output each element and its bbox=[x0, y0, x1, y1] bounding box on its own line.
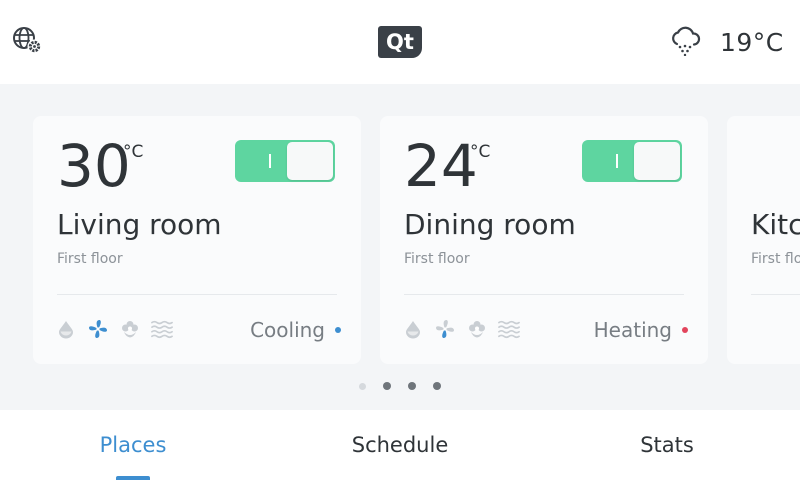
power-toggle[interactable] bbox=[582, 140, 682, 182]
mode-label: Heating bbox=[593, 318, 672, 342]
room-card[interactable]: 30 °C Living room First floor Cooling bbox=[33, 116, 361, 364]
page-dot[interactable] bbox=[359, 383, 366, 390]
qt-logo: Qt bbox=[378, 26, 422, 58]
flower-icon[interactable] bbox=[466, 318, 488, 340]
logo-text: Qt bbox=[386, 30, 414, 54]
card-divider bbox=[751, 294, 800, 295]
bottom-tab-bar: Places Schedule Stats bbox=[0, 410, 800, 480]
page-dot[interactable] bbox=[433, 382, 441, 390]
mode-indicator: Heating bbox=[594, 318, 688, 342]
room-temperature: 24 bbox=[404, 132, 478, 200]
top-bar: Qt 19°C bbox=[0, 0, 800, 84]
toggle-knob bbox=[634, 142, 680, 180]
room-floor: First floor bbox=[751, 251, 800, 267]
weather-temperature: 19°C bbox=[720, 27, 784, 57]
tab-places[interactable]: Places bbox=[0, 410, 266, 480]
fan-icon[interactable] bbox=[87, 318, 109, 340]
card-divider bbox=[404, 294, 684, 295]
mode-dot bbox=[682, 327, 688, 333]
weather-widget[interactable]: 19°C bbox=[668, 24, 784, 60]
settings-button[interactable] bbox=[10, 26, 44, 58]
cloud-snow-icon bbox=[668, 24, 704, 60]
page-dot[interactable] bbox=[383, 382, 391, 390]
room-name: Living room bbox=[57, 208, 222, 241]
active-tab-indicator bbox=[116, 476, 150, 480]
feature-icons bbox=[55, 316, 173, 342]
globe-gear-icon bbox=[11, 25, 43, 59]
room-temperature: 30 bbox=[57, 132, 131, 200]
power-toggle[interactable] bbox=[235, 140, 335, 182]
room-card[interactable]: Kitchen First floor bbox=[727, 116, 800, 364]
temperature-unit: °C bbox=[470, 142, 491, 162]
heat-waves-icon[interactable] bbox=[498, 318, 520, 340]
room-card[interactable]: 24 °C Dining room First floor Heating bbox=[380, 116, 708, 364]
temperature-unit: °C bbox=[123, 142, 144, 162]
page-dot[interactable] bbox=[408, 382, 416, 390]
tab-label: Stats bbox=[640, 433, 694, 457]
feature-icons bbox=[402, 316, 520, 342]
heat-waves-icon[interactable] bbox=[151, 318, 173, 340]
mode-indicator: Cooling bbox=[250, 318, 341, 342]
card-divider bbox=[57, 294, 337, 295]
room-floor: First floor bbox=[57, 251, 123, 267]
humidity-drop-icon[interactable] bbox=[402, 318, 424, 340]
tab-label: Places bbox=[99, 433, 167, 457]
fan-icon[interactable] bbox=[434, 318, 456, 340]
room-name: Kitchen bbox=[751, 208, 800, 241]
room-name: Dining room bbox=[404, 208, 576, 241]
toggle-knob bbox=[287, 142, 333, 180]
mode-label: Cooling bbox=[250, 318, 325, 342]
pagination-dots bbox=[0, 382, 800, 392]
flower-icon[interactable] bbox=[119, 318, 141, 340]
room-cards-carousel[interactable]: 30 °C Living room First floor Cooling 24… bbox=[0, 84, 800, 410]
humidity-drop-icon[interactable] bbox=[55, 318, 77, 340]
tab-schedule[interactable]: Schedule bbox=[267, 410, 533, 480]
tab-stats[interactable]: Stats bbox=[534, 410, 800, 480]
mode-dot bbox=[335, 327, 341, 333]
toggle-on-mark bbox=[269, 154, 271, 168]
tab-label: Schedule bbox=[351, 433, 449, 457]
toggle-on-mark bbox=[616, 154, 618, 168]
room-floor: First floor bbox=[404, 251, 470, 267]
